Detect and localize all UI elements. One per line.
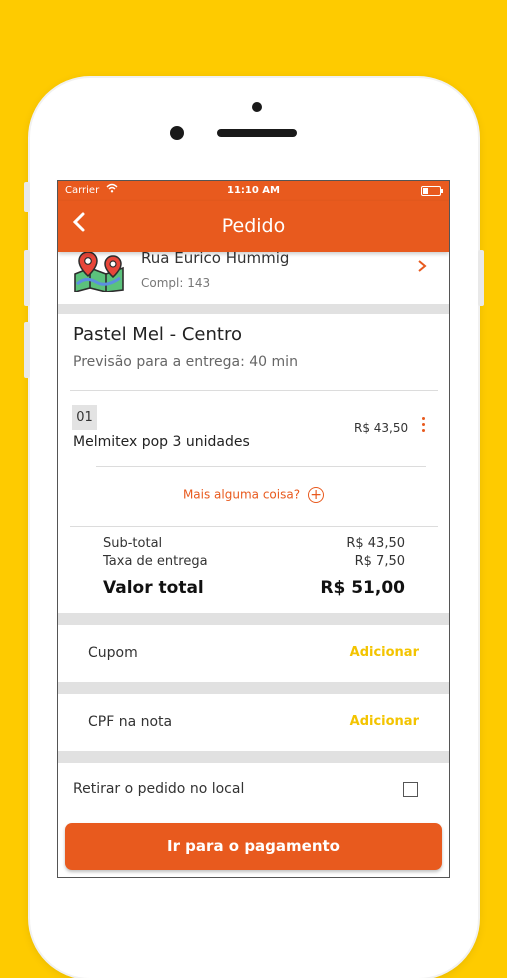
section-divider	[58, 304, 449, 314]
section-divider	[58, 682, 449, 694]
pickup-label: Retirar o pedido no local	[73, 781, 245, 797]
delivery-fee-value: R$ 7,50	[354, 554, 405, 569]
divider	[70, 526, 438, 527]
pickup-checkbox[interactable]	[403, 782, 418, 797]
add-more-button[interactable]: Mais alguma coisa? +	[58, 487, 449, 503]
phone-sensor	[252, 102, 262, 112]
phone-volume-down	[24, 322, 30, 378]
status-time: 11:10 AM	[226, 185, 280, 196]
phone-power-button	[478, 250, 484, 306]
chevron-right-icon[interactable]	[417, 258, 427, 277]
subtotal-value: R$ 43,50	[346, 536, 405, 551]
phone-mute-switch	[24, 182, 30, 212]
map-pin-icon	[72, 251, 126, 294]
phone-camera	[170, 126, 184, 140]
delivery-eta: Previsão para a entrega: 40 min	[73, 354, 298, 370]
app-screen: Carrier 11:10 AM Pedido Rua Eurico Hummi…	[57, 180, 450, 878]
coupon-row[interactable]: Cupom Adicionar	[58, 625, 449, 682]
coupon-label: Cupom	[88, 645, 138, 661]
section-divider	[58, 613, 449, 625]
plus-circle-icon: +	[308, 487, 325, 503]
item-price: R$ 43,50	[354, 421, 409, 435]
item-menu-icon[interactable]	[420, 417, 426, 437]
phone-volume-up	[24, 250, 30, 306]
add-cpf-button[interactable]: Adicionar	[350, 714, 419, 729]
divider	[96, 466, 426, 467]
item-quantity: 01	[72, 405, 97, 430]
subtotal-label: Sub-total	[103, 536, 163, 551]
page-title: Pedido	[221, 215, 286, 237]
go-to-payment-button[interactable]: Ir para o pagamento	[65, 823, 442, 870]
divider	[70, 390, 438, 391]
add-more-label: Mais alguma coisa?	[182, 487, 301, 502]
cpf-label: CPF na nota	[88, 714, 173, 730]
delivery-address[interactable]: Rua Eurico Hummig Compl: 143	[58, 249, 449, 304]
total-value: R$ 51,00	[320, 578, 405, 598]
item-name: Melmitex pop 3 unidades	[73, 434, 250, 450]
cpf-row[interactable]: CPF na nota Adicionar	[58, 694, 449, 751]
pickup-row[interactable]: Retirar o pedido no local	[58, 766, 449, 816]
status-bar: Carrier 11:10 AM	[58, 181, 449, 201]
total-label: Valor total	[103, 578, 204, 598]
battery-icon	[421, 186, 443, 196]
add-coupon-button[interactable]: Adicionar	[350, 645, 419, 660]
delivery-fee-label: Taxa de entrega	[103, 554, 208, 569]
address-complement: Compl: 143	[141, 276, 211, 290]
store-name: Pastel Mel - Centro	[73, 324, 242, 345]
phone-speaker	[217, 129, 297, 137]
section-divider	[58, 751, 449, 763]
nav-bar: Pedido	[58, 201, 449, 252]
